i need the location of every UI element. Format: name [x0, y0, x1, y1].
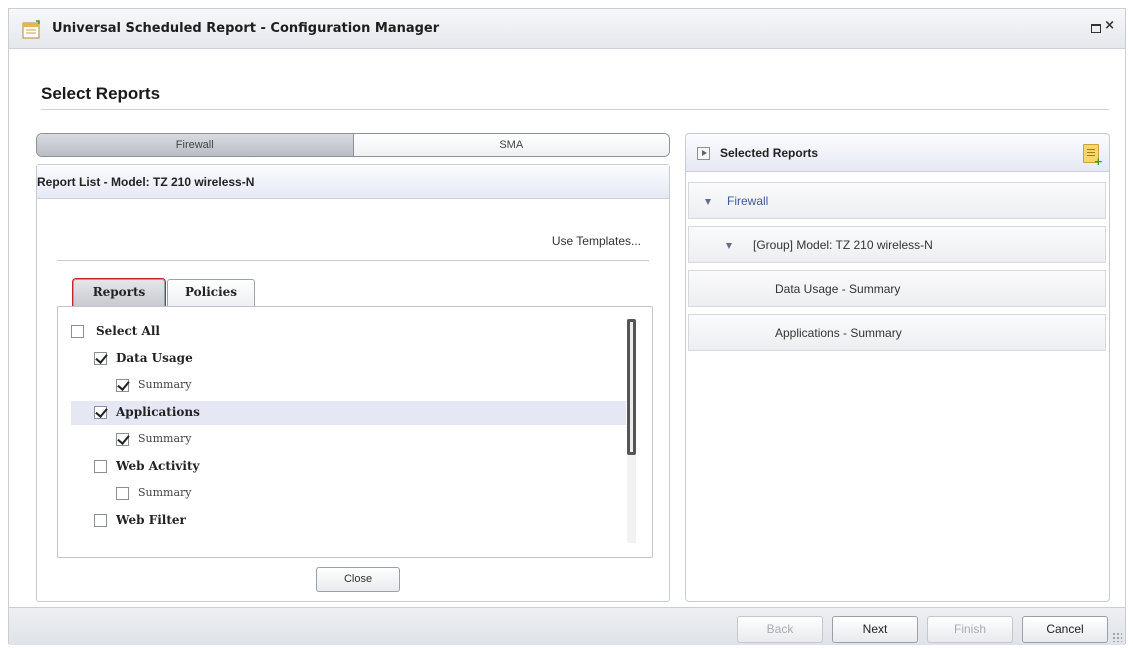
selected-reports-title: Selected Reports [720, 146, 819, 160]
list-item-label: Web Activity [116, 459, 200, 473]
finish-button[interactable]: Finish [927, 616, 1013, 643]
list-item-label: Data Usage [116, 351, 193, 365]
checkbox[interactable] [94, 406, 107, 419]
checkbox[interactable] [116, 433, 129, 446]
checkbox[interactable] [94, 514, 107, 527]
back-button[interactable]: Back [737, 616, 823, 643]
segment-sma[interactable]: SMA [353, 134, 669, 156]
divider [57, 260, 649, 261]
config-manager-window: Universal Scheduled Report - Configurati… [8, 8, 1126, 645]
report-list-panel: Report List - Model: TZ 210 wireless-N U… [36, 164, 670, 602]
list-item-applications-summary[interactable]: Summary [58, 428, 626, 452]
page-title: Select Reports [41, 84, 161, 103]
close-button[interactable]: Close [316, 567, 400, 592]
add-note-icon[interactable] [1083, 144, 1103, 168]
report-list-title: Report List - Model: TZ 210 wireless-N [37, 175, 255, 189]
list-item-label: Summary [138, 432, 192, 445]
checkbox[interactable] [116, 379, 129, 392]
tree-node-label: Applications - Summary [775, 326, 902, 340]
list-item-label: Summary [138, 486, 192, 499]
tree-node-label: Firewall [727, 194, 769, 208]
wizard-footer: Back Next Finish Cancel [9, 607, 1125, 645]
tree-node-group[interactable]: [Group] Model: TZ 210 wireless-N [688, 226, 1106, 263]
list-item-web-activity[interactable]: Web Activity [58, 455, 626, 479]
scrollbar-thumb[interactable] [627, 319, 636, 455]
tree-node-firewall[interactable]: Firewall [688, 182, 1106, 219]
list-item-data-usage-summary[interactable]: Summary [58, 374, 626, 398]
list-item-label: Web Filter [116, 513, 186, 527]
tab-policies[interactable]: Policies [167, 279, 255, 306]
product-segmented-control: Firewall SMA [36, 133, 670, 157]
report-checklist: Select All Data Usage Summary Applicatio… [57, 306, 653, 558]
selected-reports-panel: Selected Reports Firewall [Group] Model:… [685, 133, 1110, 602]
tree-node-applications-summary[interactable]: Applications - Summary [688, 314, 1106, 351]
tree-node-label: Data Usage - Summary [775, 282, 901, 296]
collapse-triangle-icon[interactable] [705, 199, 711, 205]
section-divider [41, 109, 1109, 110]
list-item-applications[interactable]: Applications [71, 401, 626, 425]
list-item-label: Select All [96, 324, 160, 338]
close-icon[interactable]: × [1104, 19, 1115, 33]
use-templates-link[interactable]: Use Templates... [552, 234, 641, 248]
window-title: Universal Scheduled Report - Configurati… [52, 21, 440, 36]
tree-node-data-usage-summary[interactable]: Data Usage - Summary [688, 270, 1106, 307]
report-calendar-icon [22, 20, 40, 39]
selected-reports-header: Selected Reports [686, 134, 1109, 172]
list-item-label: Summary [138, 378, 192, 391]
list-item-select-all[interactable]: Select All [58, 320, 626, 344]
report-list-header: Report List - Model: TZ 210 wireless-N [37, 165, 669, 199]
tree-node-label: [Group] Model: TZ 210 wireless-N [753, 238, 933, 252]
checkbox[interactable] [94, 352, 107, 365]
list-item-label: Applications [116, 405, 200, 419]
maximize-icon[interactable] [1091, 24, 1101, 33]
expand-arrow-icon[interactable] [697, 147, 710, 160]
tab-reports[interactable]: Reports [72, 278, 166, 307]
list-item-data-usage[interactable]: Data Usage [58, 347, 626, 371]
checkbox[interactable] [116, 487, 129, 500]
list-item-web-filter[interactable]: Web Filter [58, 509, 626, 533]
checkbox[interactable] [71, 325, 84, 338]
resize-grip-icon[interactable] [1112, 632, 1122, 642]
cancel-button[interactable]: Cancel [1022, 616, 1108, 643]
title-bar[interactable]: Universal Scheduled Report - Configurati… [9, 9, 1125, 49]
next-button[interactable]: Next [832, 616, 918, 643]
collapse-triangle-icon[interactable] [726, 243, 732, 249]
segment-firewall[interactable]: Firewall [37, 134, 354, 156]
list-item-web-activity-summary[interactable]: Summary [58, 482, 626, 506]
checkbox[interactable] [94, 460, 107, 473]
